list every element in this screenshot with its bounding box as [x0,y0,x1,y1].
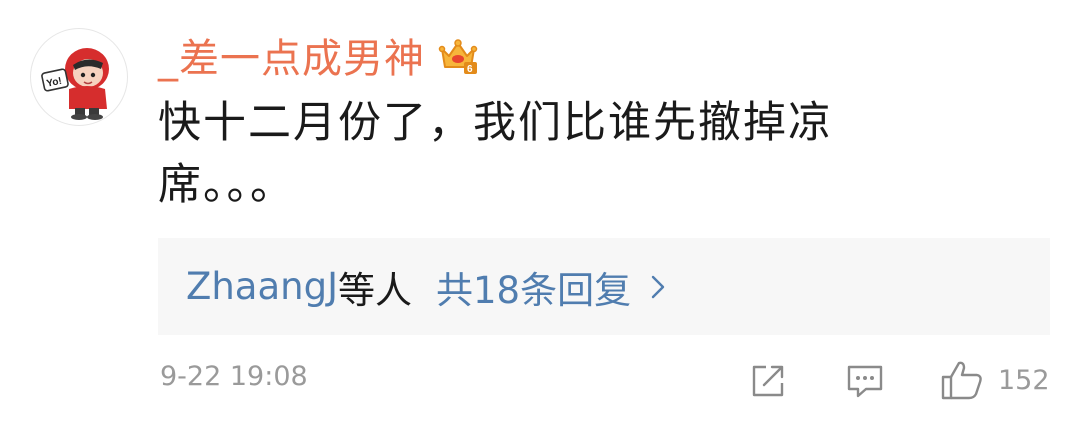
replies-count-link[interactable]: 共18条回复 [436,260,631,314]
avatar[interactable]: Yo! [30,28,128,126]
svg-text:6: 6 [467,64,473,75]
replies-suffix: 等人 [338,268,412,312]
thumbs-up-icon [941,361,982,400]
comment-footer: 9-22 19:08 152 [0,355,1080,405]
cartoon-boy-avatar-icon: Yo! [41,48,109,120]
comment-icon[interactable] [846,363,884,399]
username-row: _差一点成男神 6 [158,26,479,84]
like-button[interactable]: 152 [940,355,1050,405]
comment-text: 快十二月份了，我们比谁先撤掉凉席。。。 [158,98,833,210]
crown-member-badge-icon[interactable]: 6 [437,34,479,76]
share-icon[interactable] [750,363,786,399]
username[interactable]: _差一点成男神 [158,26,425,84]
replies-user-link[interactable]: ZhaangJ [186,265,338,308]
like-count: 152 [998,364,1050,396]
replies-preview-box[interactable]: ZhaangJ 等人 共18条回复 [158,238,1050,335]
timestamp: 9-22 19:08 [160,361,308,392]
chevron-right-icon [651,275,665,298]
